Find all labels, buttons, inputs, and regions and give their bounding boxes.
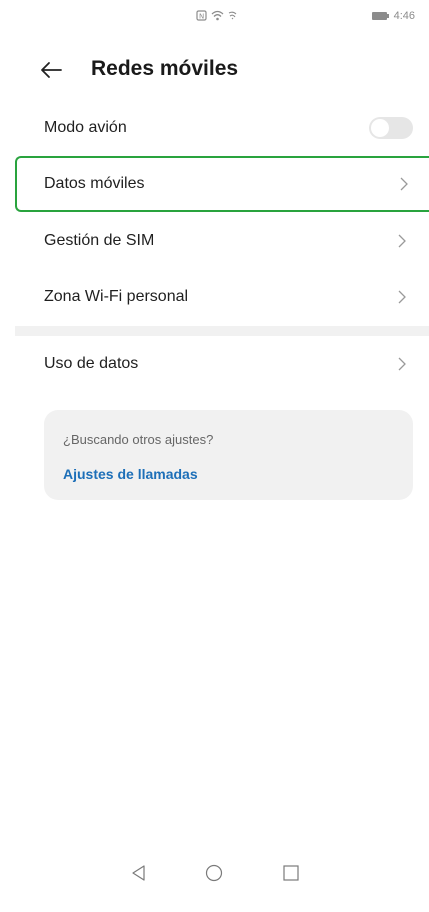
data-usage-label: Uso de datos [44, 355, 139, 372]
page-title: Redes móviles [91, 57, 239, 80]
mobile-data-row[interactable]: Datos móviles [15, 156, 429, 212]
battery-icon [371, 12, 389, 20]
personal-hotspot-row[interactable]: Zona Wi-Fi personal [0, 269, 429, 325]
airplane-mode-row[interactable]: Modo avión [0, 100, 429, 156]
mobile-data-label: Datos móviles [44, 175, 145, 192]
nav-home-button[interactable] [199, 858, 229, 888]
status-right: 4:46 [371, 10, 415, 22]
chevron-right-icon [398, 290, 406, 304]
screen: N 4:46 Redes móviles Modo avión Datos mó… [0, 0, 429, 912]
nfc-icon: N [196, 10, 207, 21]
section-divider [15, 326, 429, 336]
chevron-right-icon [398, 357, 406, 371]
call-settings-link[interactable]: Ajustes de llamadas [63, 466, 198, 482]
status-bar: N 4:46 [0, 0, 429, 36]
personal-hotspot-label: Zona Wi-Fi personal [44, 288, 189, 305]
suggestion-hint: ¿Buscando otros ajustes? [63, 432, 214, 447]
wifi-icon [211, 10, 224, 21]
sim-management-row[interactable]: Gestión de SIM [0, 213, 429, 269]
navigation-bar [0, 842, 429, 912]
arrow-left-icon [41, 62, 62, 78]
chevron-right-icon [398, 234, 406, 248]
recents-square-icon [283, 865, 299, 881]
suggestion-card: ¿Buscando otros ajustes? Ajustes de llam… [44, 410, 413, 500]
airplane-mode-label: Modo avión [44, 119, 127, 136]
svg-text:N: N [199, 13, 204, 21]
sim-management-label: Gestión de SIM [44, 232, 155, 249]
nav-back-button[interactable] [124, 858, 154, 888]
data-usage-row[interactable]: Uso de datos [0, 336, 429, 392]
header: Redes móviles [0, 50, 429, 90]
home-circle-icon [205, 864, 223, 882]
nav-recents-button[interactable] [276, 858, 306, 888]
toggle-knob [371, 119, 389, 137]
back-button[interactable] [36, 55, 66, 85]
signal-icon [228, 11, 237, 20]
chevron-right-icon [400, 177, 408, 191]
airplane-mode-toggle[interactable] [369, 117, 413, 139]
status-time: 4:46 [393, 10, 415, 22]
back-triangle-icon [132, 865, 145, 881]
status-icons: N [196, 10, 239, 21]
